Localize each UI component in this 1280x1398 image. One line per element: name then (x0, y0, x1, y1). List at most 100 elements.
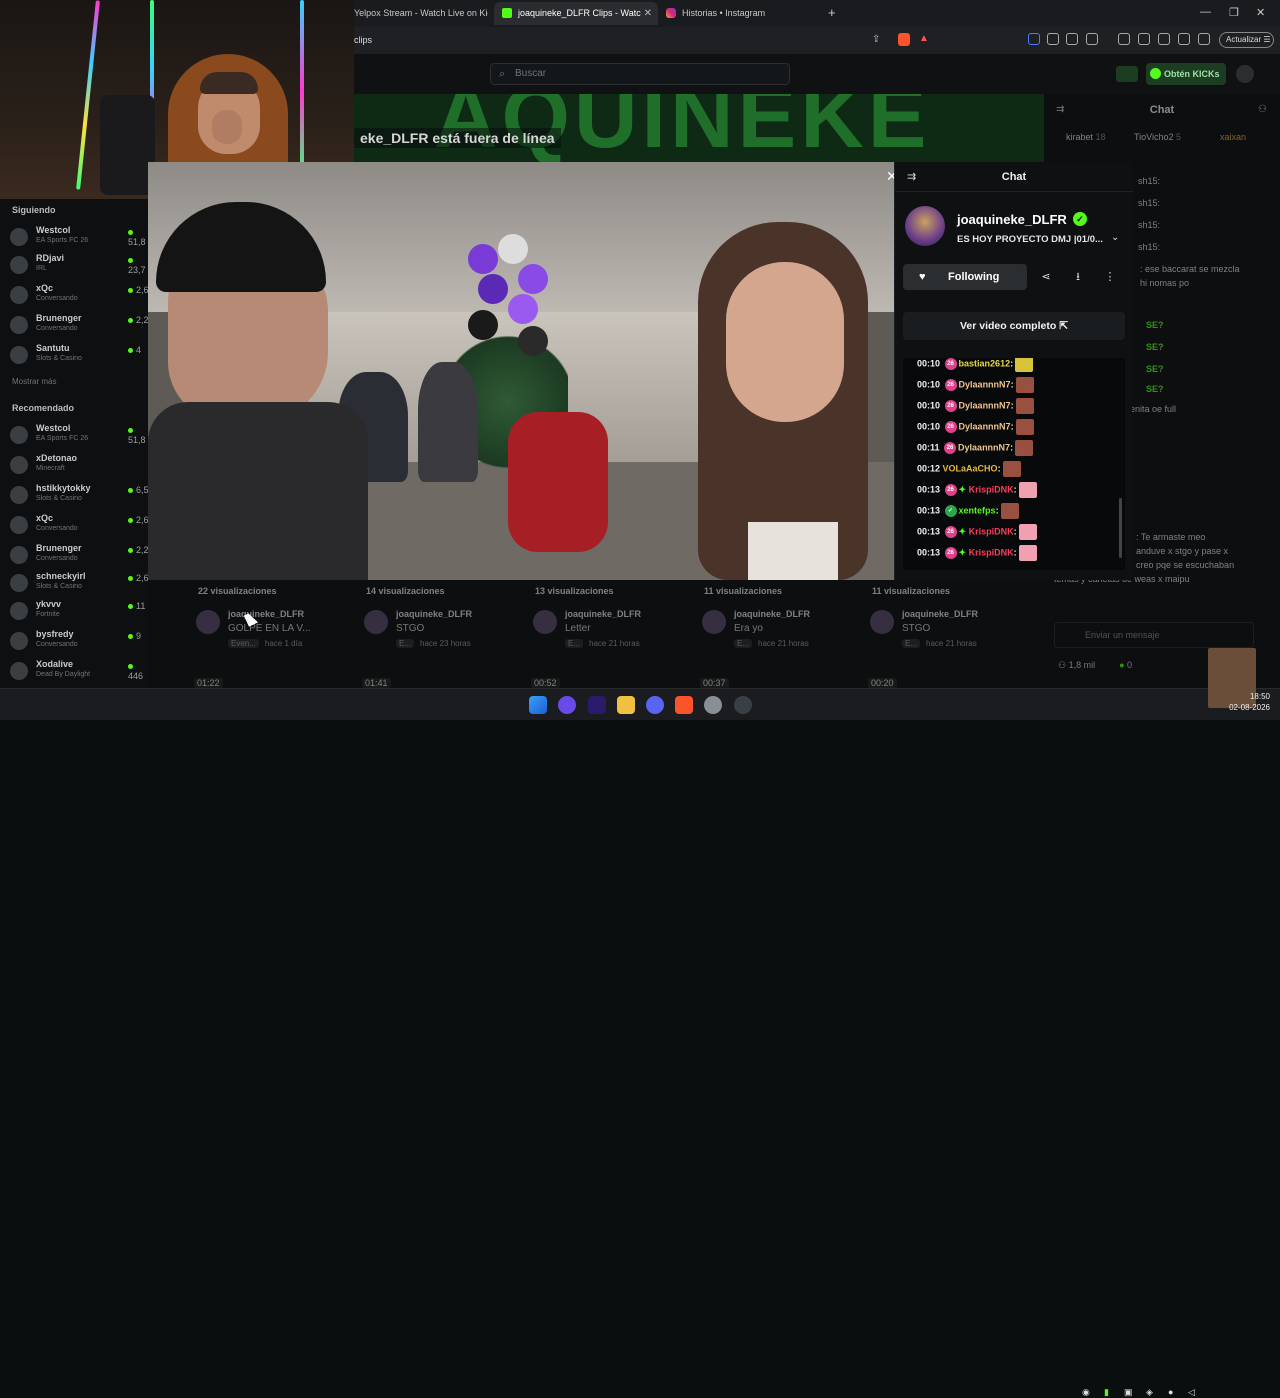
address-bar[interactable]: clips (340, 31, 940, 49)
share-icon[interactable]: ⋖ (1033, 264, 1059, 290)
avatar (10, 516, 28, 534)
gifter-badge-icon: ✦ (958, 547, 967, 558)
more-options-icon[interactable]: ⋮ (1097, 264, 1123, 290)
clips-grid: 22 visualizaciones joaquineke_DLFR GOLPE E… (190, 580, 1044, 688)
tray-icon[interactable]: ◈ (1146, 1387, 1153, 1398)
mic-icon[interactable]: ● (1168, 1387, 1173, 1397)
maximize-icon[interactable]: ❐ (1229, 6, 1239, 19)
clip-card[interactable]: 11 visualizaciones joaquineke_DLFR STGO E..… (866, 580, 1026, 688)
clip-card[interactable]: 22 visualizaciones joaquineke_DLFR GOLPE E… (192, 580, 352, 688)
chevron-down-icon[interactable]: ⌄ (1111, 232, 1119, 243)
new-tab-button[interactable]: + (828, 5, 836, 20)
avatar (870, 610, 894, 634)
chat-message: 00:13 26 ✦ KrispiDNK: (917, 482, 1037, 500)
sidebar-item-xqc[interactable]: xQc Conversando 2,6 (10, 283, 150, 307)
chat-scrollbar[interactable] (1119, 498, 1122, 558)
volume-icon[interactable]: ◁ (1188, 1387, 1195, 1398)
get-kicks-button[interactable]: Obtén KICKs (1146, 63, 1226, 85)
sidebar-item-westcol[interactable]: Westcol EA Sports FC 26 51,8 (10, 225, 150, 249)
sidebar-item-bysfredy[interactable]: bysfredy Conversando 9 (10, 629, 150, 653)
emote-icon (1002, 461, 1021, 477)
sidebar-item-ykvvv[interactable]: ykvvv Fortnite 11 (10, 599, 150, 623)
leo-icon[interactable] (1178, 33, 1190, 45)
tab-instagram[interactable]: Historias • Instagram (660, 2, 810, 25)
obs-icon[interactable] (734, 696, 752, 714)
tray-icon[interactable]: ▮ (1104, 1387, 1109, 1398)
clip-card[interactable]: 11 visualizaciones joaquineke_DLFR Era yo E… (698, 580, 858, 688)
discord-icon[interactable] (646, 696, 664, 714)
extension-icon[interactable] (1066, 33, 1078, 45)
premiere-icon[interactable] (588, 696, 606, 714)
vpn-icon[interactable] (1198, 33, 1210, 45)
external-link-icon: ⇱ (1059, 320, 1068, 332)
sidebar-item-brunenger[interactable]: Brunenger Conversando 2,2 (10, 543, 150, 567)
chat-message-input[interactable]: Enviar un mensaje (1054, 622, 1254, 648)
chat-message: 00:13 ✓ xentefps: (917, 503, 1019, 521)
clip-chat-log: 00:10 26 bastian2612: 00:10 26 DylaannnN7:… (903, 358, 1125, 570)
extension-icon[interactable] (1086, 33, 1098, 45)
sidebar-item-schneckyirl[interactable]: schneckyirl Slots & Casino 2,6 (10, 571, 150, 595)
sub-badge-icon: 26 (944, 547, 957, 559)
sidebar-item-xdetonao[interactable]: xDetonao Minecraft (10, 453, 150, 477)
avatar (10, 574, 28, 592)
search-input[interactable]: ⌕ Buscar (490, 63, 790, 85)
settings-icon[interactable] (704, 696, 722, 714)
whatsapp-icon[interactable]: ◉ (1082, 1387, 1090, 1398)
avatar (364, 610, 388, 634)
clip-card[interactable]: 14 visualizaciones joaquineke_DLFR STGO E..… (360, 580, 520, 688)
users-icon[interactable]: ⚇ (1258, 104, 1267, 115)
chat-line: sh15: (1138, 176, 1161, 186)
offline-status: eke_DLFR está fuera de línea (354, 128, 561, 148)
brave-icon[interactable] (675, 696, 693, 714)
share-icon[interactable]: ⇪ (872, 34, 880, 45)
clip-chat-title: Chat (1001, 171, 1027, 183)
tab-kick-clips[interactable]: joaquineke_DLFR Clips - Watc ✕ (494, 2, 658, 25)
wallet-icon[interactable] (1158, 33, 1170, 45)
sidebar-item-westcol[interactable]: Westcol EA Sports FC 26 51,8 (10, 423, 150, 447)
clip-video-player[interactable] (148, 162, 894, 580)
sidebar-item-brunenger[interactable]: Brunenger Conversando 2,2 (10, 313, 150, 337)
sidebar-item-rdjavi[interactable]: RDjavi IRL 23,7 (10, 253, 150, 277)
chat-line: sh15: (1138, 220, 1161, 230)
sidebar-item-santutu[interactable]: Santutu Slots & Casino 4 (10, 343, 150, 367)
download-icon[interactable]: ⭳ (1065, 264, 1091, 290)
full-video-button[interactable]: Ver video completo ⇱ (903, 312, 1125, 340)
music-icon[interactable] (1118, 33, 1130, 45)
gift-icon[interactable] (1116, 66, 1138, 82)
avatar[interactable] (905, 206, 945, 246)
emote-icon (1015, 377, 1034, 393)
minimize-icon[interactable]: — (1200, 6, 1211, 18)
clock[interactable]: 18:50 02-08-2026 (1218, 691, 1270, 713)
channel-name[interactable]: joaquineke_DLFR (957, 212, 1067, 227)
avatar (10, 346, 28, 364)
chat-message: 00:10 26 bastian2612: (917, 358, 1034, 374)
show-more-link[interactable]: Mostrar más (12, 377, 56, 386)
update-button[interactable]: Actualizar ☰ (1219, 32, 1274, 48)
chat-line: hi nomas po (1140, 278, 1190, 288)
clip-card[interactable]: 13 visualizaciones joaquineke_DLFR Letter E… (529, 580, 689, 688)
sidebar-icon[interactable] (1138, 33, 1150, 45)
windows-start-icon[interactable] (529, 696, 547, 714)
close-window-icon[interactable]: ✕ (1256, 6, 1265, 19)
chat-line: anduve x stgo y pase x (1136, 546, 1229, 556)
folder-icon[interactable] (617, 696, 635, 714)
app-icon[interactable] (558, 696, 576, 714)
sidebar-item-xodalive[interactable]: Xodalive Dead By Daylight 446 (10, 659, 150, 683)
person-left (148, 202, 368, 580)
tray-icon[interactable]: ▣ (1124, 1387, 1133, 1398)
top-gifter: xaixan (1220, 132, 1247, 142)
viewers-icon: ⚇ (1058, 660, 1069, 670)
sidebar-item-xqc[interactable]: xQc Conversando 2,6 (10, 513, 150, 537)
follow-button[interactable]: ♥ Following (903, 264, 1027, 290)
sub-badge-icon: 26 (944, 421, 957, 433)
brave-shield-icon[interactable] (898, 33, 910, 46)
avatar[interactable] (1236, 65, 1254, 83)
close-tab-icon[interactable]: ✕ (644, 2, 652, 25)
stream-title: ES HOY PROYECTO DMJ |01/0... (957, 234, 1103, 245)
extension-icon[interactable] (1047, 33, 1059, 45)
chat-line: sh15: (1138, 242, 1161, 252)
brave-rewards-icon[interactable]: ▲ (919, 33, 929, 44)
sidebar-item-hstikkytokky[interactable]: hstikkytokky Slots & Casino 6,5 (10, 483, 150, 507)
tab-yelpox[interactable]: Yelpox Stream - Watch Live on Kick (346, 2, 488, 25)
extension-icon[interactable] (1028, 33, 1040, 45)
